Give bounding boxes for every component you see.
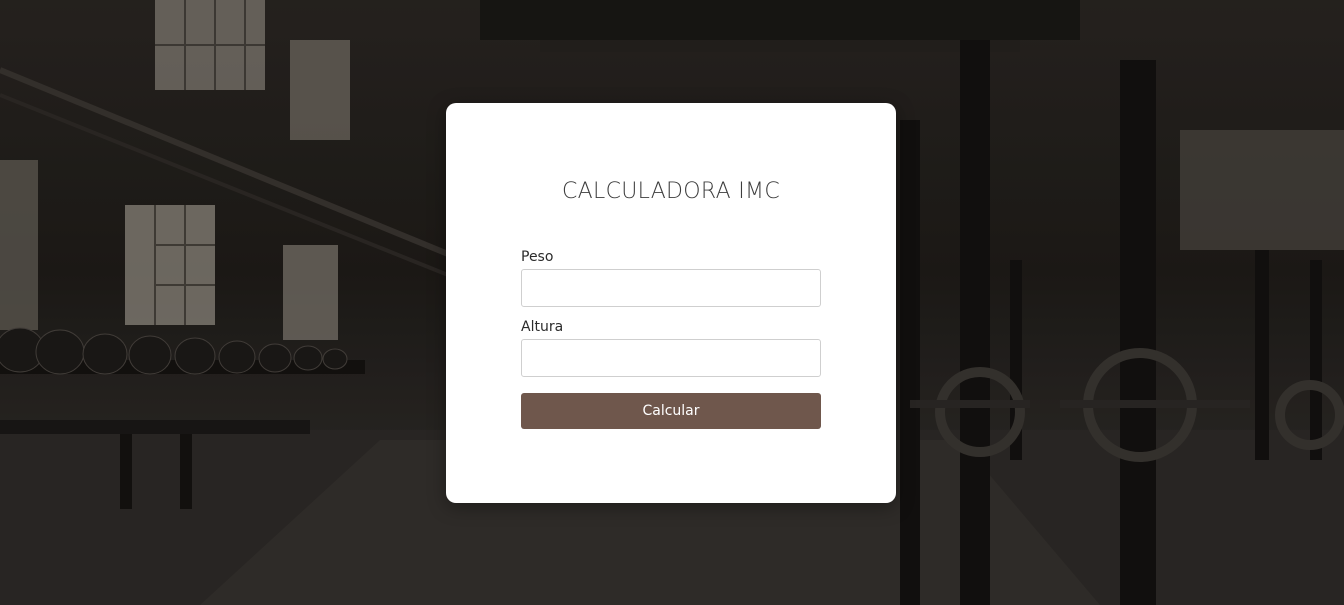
peso-input[interactable]: [521, 269, 821, 307]
page-title: CALCULADORA IMC: [562, 179, 780, 204]
calculate-button[interactable]: Calcular: [521, 393, 821, 429]
altura-input[interactable]: [521, 339, 821, 377]
peso-label: Peso: [521, 249, 554, 265]
altura-label: Altura: [521, 319, 564, 335]
bmi-calculator-card: CALCULADORA IMC Peso Altura Calcular: [446, 103, 896, 503]
